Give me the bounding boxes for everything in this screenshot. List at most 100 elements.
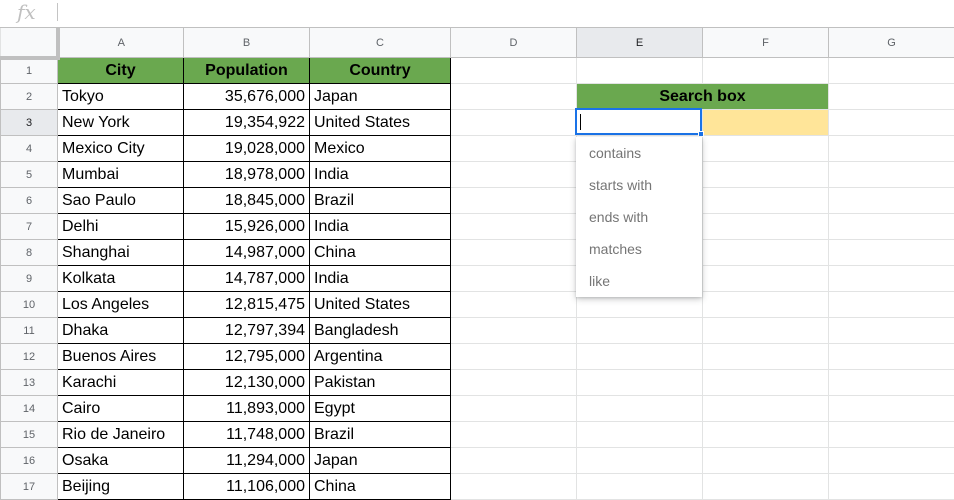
column-header-e[interactable]: E — [576, 27, 703, 58]
cell[interactable] — [450, 187, 577, 214]
header-cell-population[interactable]: Population — [183, 57, 310, 84]
country-cell[interactable]: United States — [309, 291, 451, 318]
population-cell[interactable]: 18,978,000 — [183, 161, 310, 188]
search-result-cell[interactable] — [702, 109, 829, 136]
city-cell[interactable]: Sao Paulo — [57, 187, 184, 214]
column-header-f[interactable]: F — [702, 27, 829, 58]
column-header-b[interactable]: B — [183, 27, 310, 58]
cell[interactable] — [576, 57, 703, 84]
cell[interactable] — [828, 317, 954, 344]
cell[interactable] — [702, 57, 829, 84]
cell[interactable] — [702, 369, 829, 396]
country-cell[interactable]: Bangladesh — [309, 317, 451, 344]
cell[interactable] — [450, 83, 577, 110]
row-header[interactable]: 8 — [0, 239, 58, 266]
cell[interactable] — [828, 291, 954, 318]
row-header[interactable]: 4 — [0, 135, 58, 162]
cell[interactable] — [702, 213, 829, 240]
country-cell[interactable]: Brazil — [309, 187, 451, 214]
cell[interactable] — [702, 291, 829, 318]
row-header[interactable]: 17 — [0, 473, 58, 500]
cell[interactable] — [828, 343, 954, 370]
city-cell[interactable]: Beijing — [57, 473, 184, 500]
row-header[interactable]: 7 — [0, 213, 58, 240]
population-cell[interactable]: 11,294,000 — [183, 447, 310, 474]
population-cell[interactable]: 12,815,475 — [183, 291, 310, 318]
cell[interactable] — [450, 421, 577, 448]
cell[interactable] — [828, 83, 954, 110]
city-cell[interactable]: New York — [57, 109, 184, 136]
city-cell[interactable]: Tokyo — [57, 83, 184, 110]
cell[interactable] — [702, 187, 829, 214]
cell[interactable] — [702, 395, 829, 422]
cell[interactable] — [828, 239, 954, 266]
cell[interactable] — [702, 447, 829, 474]
cell[interactable] — [576, 395, 703, 422]
cell[interactable] — [828, 213, 954, 240]
population-cell[interactable]: 14,987,000 — [183, 239, 310, 266]
row-header[interactable]: 12 — [0, 343, 58, 370]
cell[interactable] — [450, 109, 577, 136]
row-header[interactable]: 14 — [0, 395, 58, 422]
row-header[interactable]: 9 — [0, 265, 58, 292]
country-cell[interactable]: Argentina — [309, 343, 451, 370]
row-header[interactable]: 1 — [0, 57, 58, 84]
country-cell[interactable]: India — [309, 265, 451, 292]
country-cell[interactable]: India — [309, 161, 451, 188]
city-cell[interactable]: Dhaka — [57, 317, 184, 344]
country-cell[interactable]: Pakistan — [309, 369, 451, 396]
population-cell[interactable]: 11,748,000 — [183, 421, 310, 448]
cell[interactable] — [828, 369, 954, 396]
select-all-corner[interactable] — [0, 27, 60, 60]
cell[interactable] — [450, 369, 577, 396]
country-cell[interactable]: Egypt — [309, 395, 451, 422]
cell[interactable] — [702, 473, 829, 500]
country-cell[interactable]: Brazil — [309, 421, 451, 448]
city-cell[interactable]: Osaka — [57, 447, 184, 474]
row-header[interactable]: 15 — [0, 421, 58, 448]
population-cell[interactable]: 12,795,000 — [183, 343, 310, 370]
row-header[interactable]: 3 — [0, 109, 58, 136]
population-cell[interactable]: 19,028,000 — [183, 135, 310, 162]
cell[interactable] — [828, 395, 954, 422]
row-header[interactable]: 5 — [0, 161, 58, 188]
city-cell[interactable]: Rio de Janeiro — [57, 421, 184, 448]
city-cell[interactable]: Cairo — [57, 395, 184, 422]
cell[interactable] — [450, 239, 577, 266]
dropdown-option-starts-with[interactable]: starts with — [576, 169, 702, 201]
population-cell[interactable]: 15,926,000 — [183, 213, 310, 240]
row-header[interactable]: 16 — [0, 447, 58, 474]
city-cell[interactable]: Karachi — [57, 369, 184, 396]
cell[interactable] — [702, 161, 829, 188]
population-cell[interactable]: 11,106,000 — [183, 473, 310, 500]
cell[interactable] — [450, 213, 577, 240]
cell[interactable] — [576, 369, 703, 396]
city-cell[interactable]: Buenos Aires — [57, 343, 184, 370]
row-header[interactable]: 10 — [0, 291, 58, 318]
population-cell[interactable]: 14,787,000 — [183, 265, 310, 292]
row-header[interactable]: 2 — [0, 83, 58, 110]
country-cell[interactable]: Japan — [309, 83, 451, 110]
column-header-g[interactable]: G — [828, 27, 954, 58]
cell[interactable] — [450, 447, 577, 474]
search-box-title[interactable]: Search box — [576, 83, 829, 110]
population-cell[interactable]: 19,354,922 — [183, 109, 310, 136]
cell[interactable] — [450, 317, 577, 344]
cell[interactable] — [828, 447, 954, 474]
cell[interactable] — [576, 343, 703, 370]
country-cell[interactable]: United States — [309, 109, 451, 136]
cell[interactable] — [828, 57, 954, 84]
cell[interactable] — [828, 473, 954, 500]
cell[interactable] — [450, 161, 577, 188]
cell[interactable] — [450, 291, 577, 318]
population-cell[interactable]: 18,845,000 — [183, 187, 310, 214]
column-header-c[interactable]: C — [309, 27, 451, 58]
country-cell[interactable]: India — [309, 213, 451, 240]
cell[interactable] — [828, 421, 954, 448]
cell[interactable] — [450, 265, 577, 292]
cell[interactable] — [576, 317, 703, 344]
population-cell[interactable]: 35,676,000 — [183, 83, 310, 110]
cell[interactable] — [702, 421, 829, 448]
cell[interactable] — [450, 57, 577, 84]
country-cell[interactable]: China — [309, 473, 451, 500]
